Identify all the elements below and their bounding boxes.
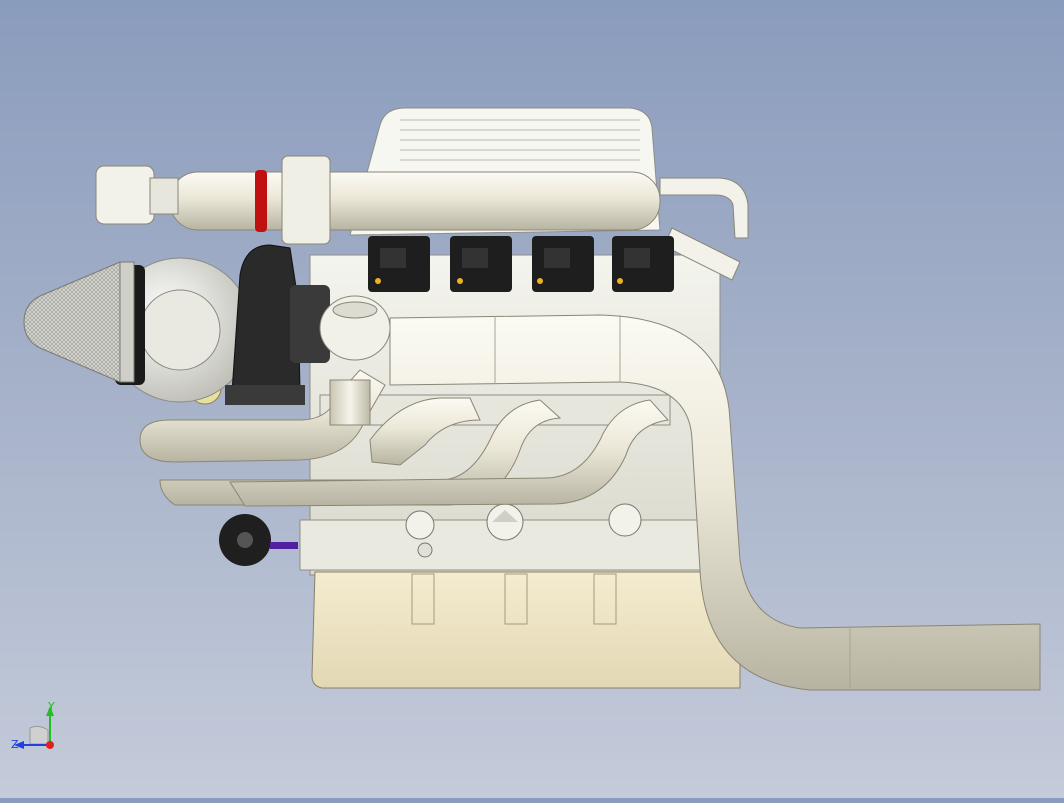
triad-plane-icon bbox=[29, 725, 49, 745]
x-axis-icon bbox=[46, 741, 54, 749]
triad-z-label: Z bbox=[11, 738, 19, 751]
engine-model bbox=[23, 107, 1041, 691]
oil-pan bbox=[311, 571, 741, 689]
triad-y-label: Y bbox=[47, 700, 55, 713]
orientation-triad: Y Z bbox=[8, 700, 68, 760]
turbocharger bbox=[107, 244, 330, 405]
air-filter bbox=[23, 261, 135, 383]
cad-viewport[interactable] bbox=[0, 0, 1064, 798]
